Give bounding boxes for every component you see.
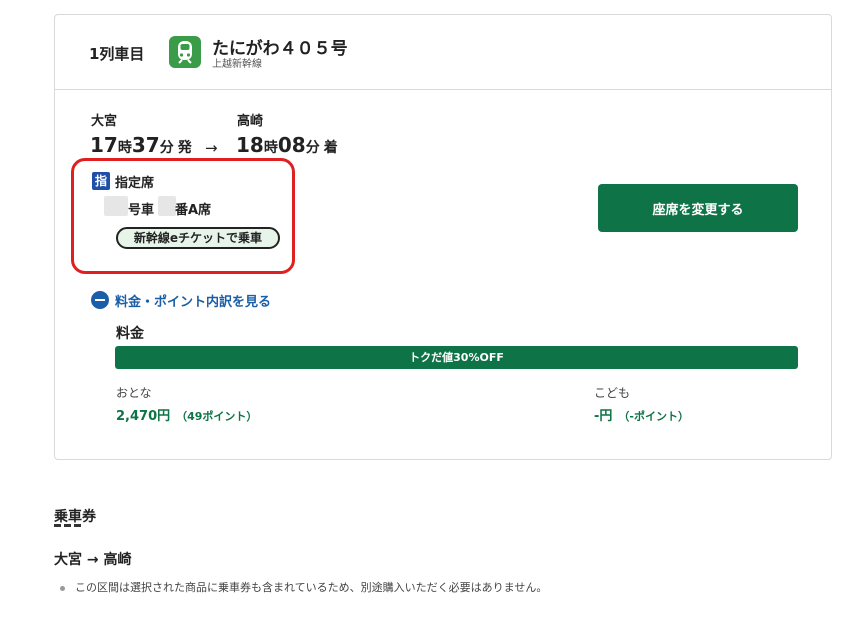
- arrival-station: 高崎: [237, 114, 264, 129]
- arrival-minute: 08: [277, 133, 306, 157]
- child-price-value: -円: [594, 409, 613, 424]
- train-header: 1列車目 たにがわ４０５号 上越新幹線: [55, 15, 831, 90]
- ticket-note: この区間は選択された商品に乗車券も含まれているため、別途購入いただく必要はありま…: [60, 579, 547, 595]
- fare-breakdown-link[interactable]: 料金・ポイント内訳を見る: [91, 290, 271, 310]
- adult-label: おとな: [116, 386, 152, 400]
- arrival-minute-unit: 分: [305, 140, 320, 156]
- departure-suffix: 発: [177, 140, 192, 156]
- car-number-label: 1列車目: [89, 45, 145, 63]
- ticket-note-text: この区間は選択された商品に乗車券も含まれているため、別途購入いただく必要はありま…: [75, 581, 548, 594]
- bullet-icon: [60, 585, 65, 591]
- child-price: -円 （-ポイント）: [594, 405, 689, 424]
- reserved-seat-badge: 指: [92, 172, 110, 190]
- seat-number-redacted: [158, 196, 176, 216]
- eticket-badge: 新幹線eチケットで乗車: [116, 227, 280, 249]
- departure-station: 大宮: [91, 114, 118, 129]
- seat-number-label: 番A席: [175, 203, 212, 218]
- car-number-redacted: [104, 196, 128, 216]
- seat-car-label: 号車: [128, 203, 155, 218]
- departure-hour: 17: [90, 133, 118, 157]
- arrival-hour: 18: [236, 133, 264, 157]
- arrival-time: 18時08分着: [236, 133, 338, 157]
- fare-breakdown-label: 料金・ポイント内訳を見る: [115, 294, 272, 310]
- seat-type: 指定席: [115, 176, 155, 191]
- fare-label: 料金: [116, 326, 144, 342]
- adult-price: 2,470円 （49ポイント）: [116, 405, 257, 424]
- ticket-section-title: 乗車券: [54, 509, 96, 525]
- adult-price-value: 2,470円: [116, 409, 171, 424]
- change-seat-button[interactable]: 座席を変更する: [598, 184, 798, 232]
- arrival-hour-unit: 時: [263, 140, 278, 156]
- departure-time: 17時37分発: [90, 133, 192, 157]
- arrival-suffix: 着: [323, 140, 338, 156]
- minus-circle-icon: [91, 291, 109, 309]
- route-arrow: →: [205, 139, 218, 157]
- ticket-title-underline: [54, 524, 84, 527]
- ticket-route: 大宮 → 高崎: [54, 552, 132, 568]
- train-icon: [169, 36, 201, 68]
- departure-minute: 37: [131, 133, 160, 157]
- child-points: （-ポイント）: [618, 410, 689, 423]
- departure-hour-unit: 時: [117, 140, 132, 156]
- discount-bar: トクだ値30%OFF: [115, 346, 798, 369]
- adult-points: （49ポイント）: [176, 410, 258, 423]
- child-label: こども: [594, 386, 631, 400]
- train-line: 上越新幹線: [212, 59, 262, 70]
- departure-minute-unit: 分: [159, 140, 174, 156]
